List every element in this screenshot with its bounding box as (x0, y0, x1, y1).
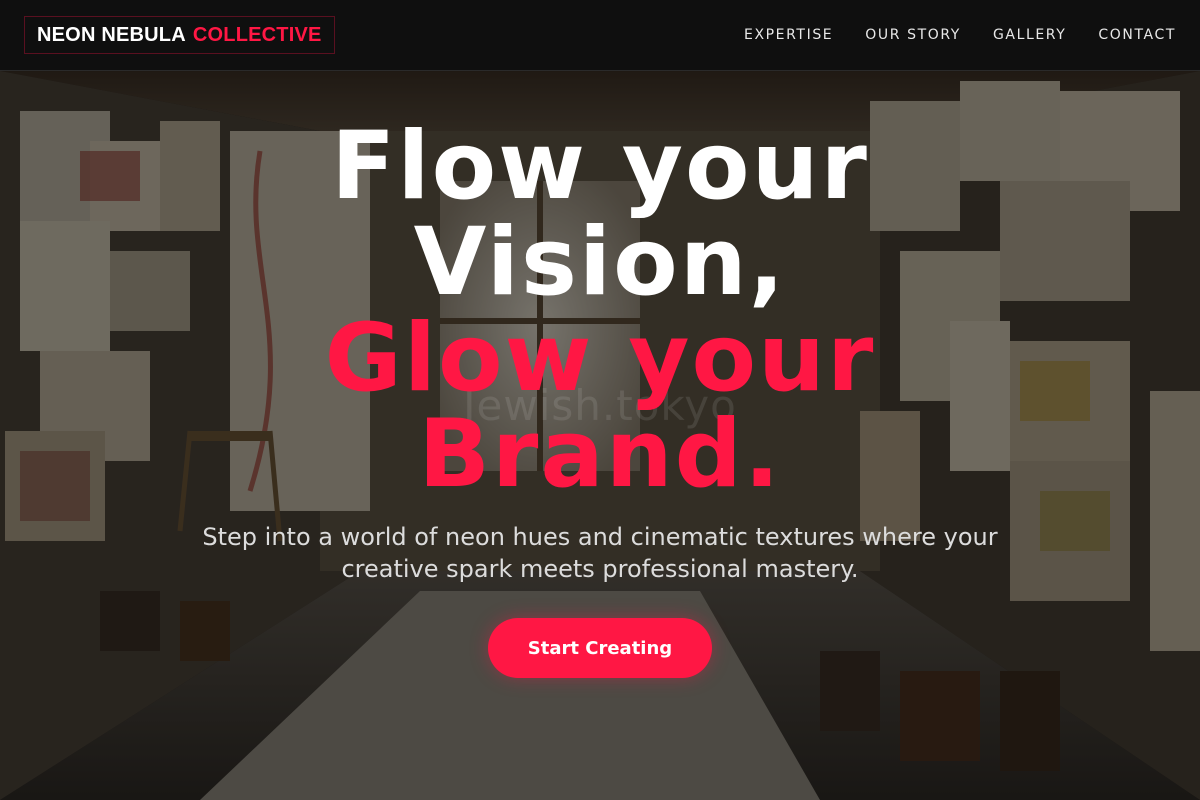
headline-line-2: Vision, (413, 208, 787, 317)
start-creating-button[interactable]: Start Creating (488, 618, 712, 678)
headline-line-4: Brand. (418, 400, 782, 509)
hero-content: Jewish.tokyo Flow your Vision, Glow your… (0, 71, 1200, 800)
brand-logo[interactable]: NEON NEBULA COLLECTIVE (24, 16, 335, 54)
nav-link-expertise[interactable]: EXPERTISE (744, 27, 833, 43)
hero-headline: Flow your Vision, Glow your Brand. (0, 119, 1200, 503)
nav-link-contact[interactable]: CONTACT (1098, 27, 1176, 43)
logo-accent-text: COLLECTIVE (192, 23, 322, 46)
logo-primary-text: NEON NEBULA (37, 23, 186, 46)
headline-line-1: Flow your (331, 112, 869, 221)
headline-line-3: Glow your (324, 304, 876, 413)
top-navbar: NEON NEBULA COLLECTIVE EXPERTISE OUR STO… (0, 0, 1200, 71)
nav-link-gallery[interactable]: GALLERY (993, 27, 1066, 43)
hero-subtitle: Step into a world of neon hues and cinem… (202, 523, 998, 583)
nav-link-our-story[interactable]: OUR STORY (865, 27, 961, 43)
hero-section: Jewish.tokyo Flow your Vision, Glow your… (0, 71, 1200, 800)
nav-links: EXPERTISE OUR STORY GALLERY CONTACT (712, 27, 1176, 43)
